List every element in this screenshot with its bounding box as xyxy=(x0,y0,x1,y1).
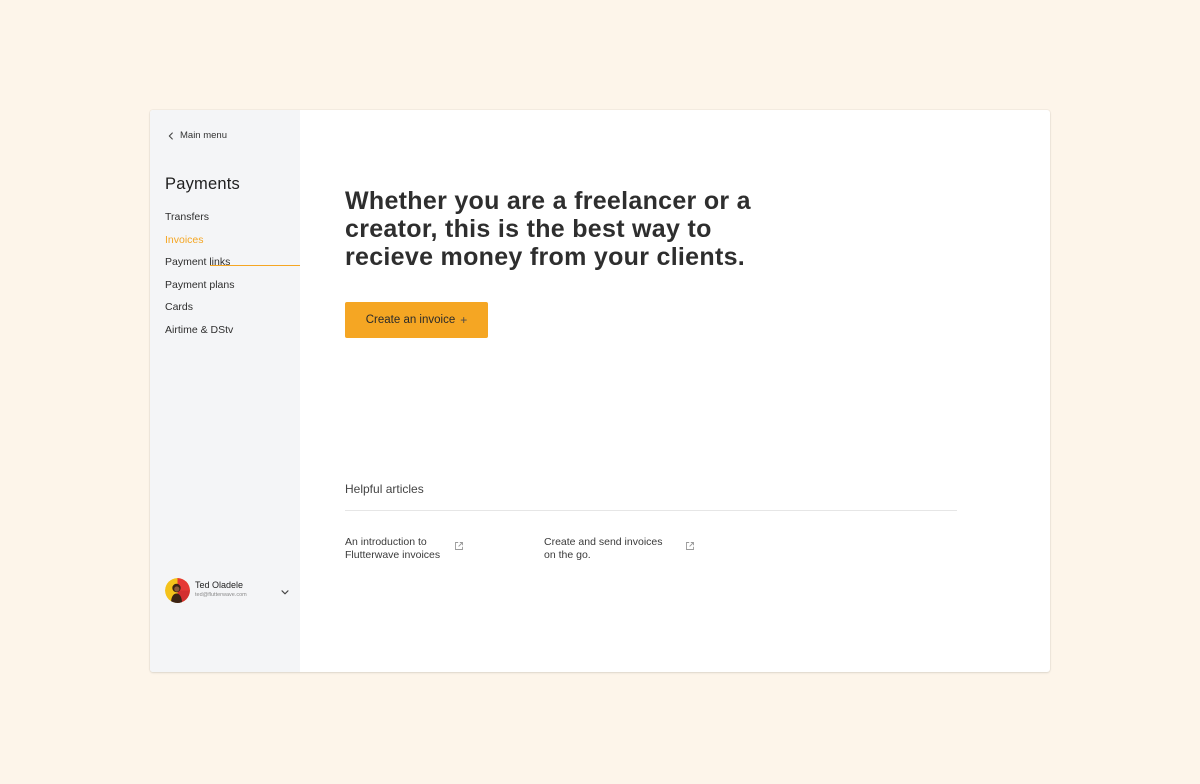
sidebar-item-label: Payment links xyxy=(165,256,231,268)
sidebar-item-payment-plans[interactable]: Payment plans xyxy=(165,277,300,300)
plus-icon: + xyxy=(460,313,468,327)
article-link-create-send[interactable]: Create and send invoices on the go. xyxy=(544,536,695,561)
sidebar-item-label: Airtime & DStv xyxy=(165,323,234,336)
user-name: Ted Oladele xyxy=(195,580,244,590)
external-link-icon xyxy=(685,538,695,550)
create-invoice-label: Create an invoice xyxy=(365,314,456,326)
create-invoice-button[interactable]: Create an invoice + xyxy=(345,302,488,338)
sidebar-item-label: Cards xyxy=(165,301,194,313)
external-link-icon xyxy=(454,538,464,550)
chevron-left-icon xyxy=(166,131,176,141)
articles-divider xyxy=(345,510,957,511)
user-email: ted@flutterwave.com xyxy=(195,592,247,598)
main-menu-label: Main menu xyxy=(180,130,227,141)
sidebar-item-airtime-dstv[interactable]: Airtime & DStv xyxy=(165,322,300,345)
user-info: Ted Oladele ted@flutterwave.com xyxy=(195,580,247,600)
article-title: An introduction to Flutterwave invoices xyxy=(345,536,441,561)
main-content: Whether you are a freelancer or a creato… xyxy=(300,110,1050,672)
user-menu[interactable]: Ted Oladele ted@flutterwave.com xyxy=(165,576,290,604)
sidebar-item-label: Invoices xyxy=(165,233,204,246)
sidebar: Main menu Payments Transfers Invoices Pa… xyxy=(150,110,300,672)
sidebar-item-invoices[interactable]: Invoices xyxy=(165,232,300,266)
article-title: Create and send invoices on the go. xyxy=(544,536,663,561)
avatar xyxy=(165,577,190,603)
sidebar-item-transfers[interactable]: Transfers xyxy=(165,209,300,232)
sidebar-item-label: Transfers xyxy=(165,211,209,223)
main-menu-back-link[interactable]: Main menu xyxy=(166,130,227,141)
sidebar-item-cards[interactable]: Cards xyxy=(165,299,300,322)
helpful-articles-title: Helpful articles xyxy=(345,482,424,496)
section-title: Payments xyxy=(165,175,240,193)
sidebar-item-label: Payment plans xyxy=(165,278,235,291)
sidebar-nav: Transfers Invoices Payment links Payment… xyxy=(165,209,300,344)
chevron-down-icon[interactable] xyxy=(280,584,290,595)
app-window: Main menu Payments Transfers Invoices Pa… xyxy=(150,110,1050,672)
article-link-intro[interactable]: An introduction to Flutterwave invoices xyxy=(345,536,464,561)
page-headline: Whether you are a freelancer or a creato… xyxy=(345,187,751,271)
sidebar-item-payment-links[interactable]: Payment links xyxy=(165,254,300,277)
